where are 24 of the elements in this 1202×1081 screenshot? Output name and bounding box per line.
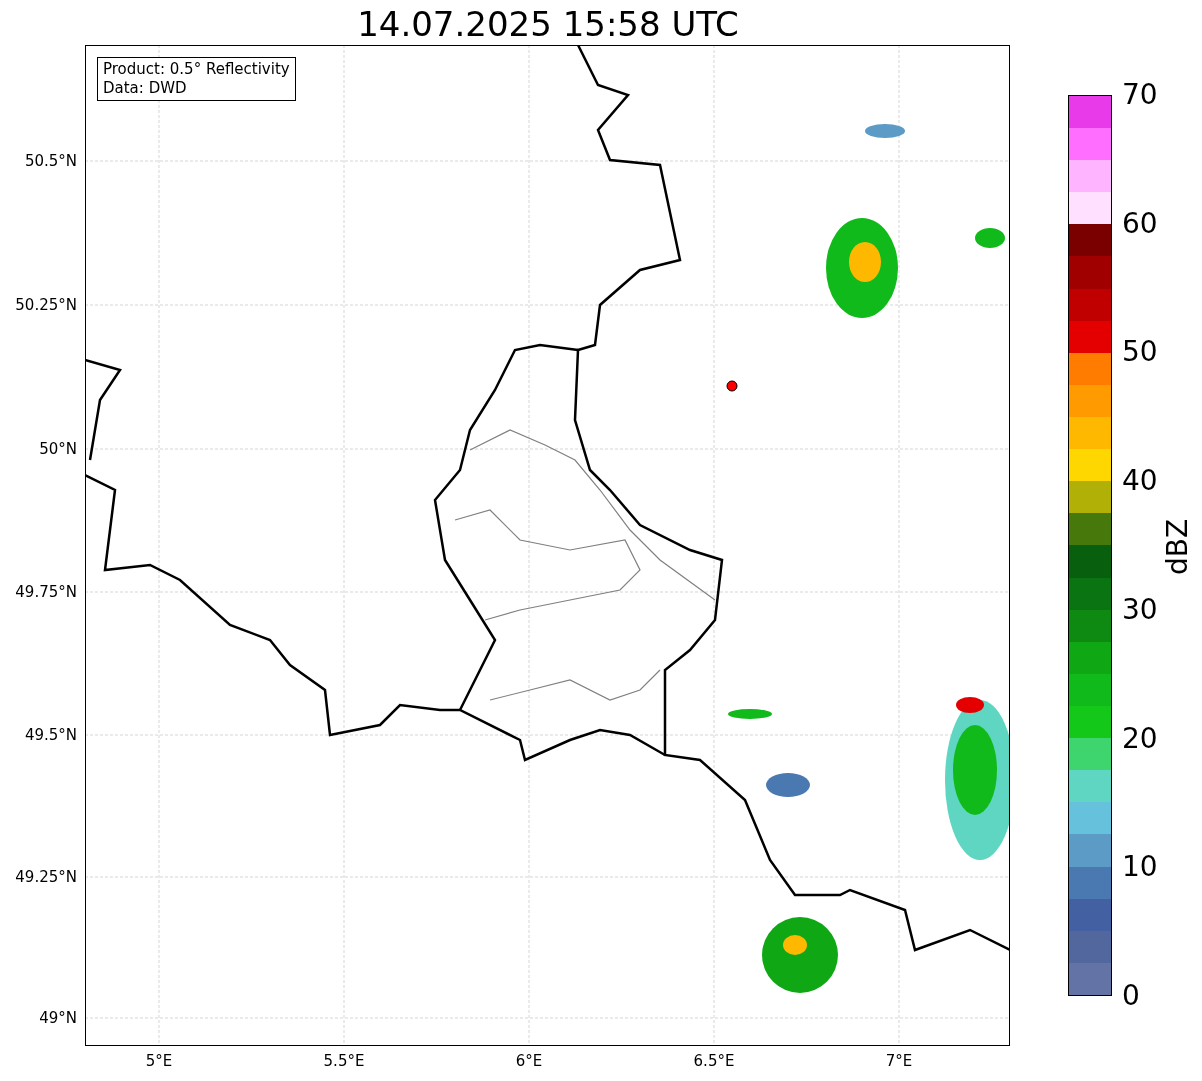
latitude-label: 49.5°N (24, 726, 77, 744)
colorbar-tick-label: 30 (1122, 594, 1158, 625)
chart-title: 14.07.2025 15:58 UTC (357, 4, 739, 44)
longitude-label: 5.5°E (323, 1052, 365, 1070)
longitude-label: 7°E (885, 1052, 913, 1070)
latitude-label: 49°N (39, 1009, 77, 1027)
colorbar-tick-label: 50 (1122, 337, 1158, 368)
info-text: Product: 0.5° Reflectivity (103, 60, 290, 79)
colorbar-tick-label: 0 (1122, 981, 1140, 1011)
latitude-label: 50°N (39, 440, 77, 458)
colorbar-tick-label: 20 (1122, 723, 1158, 754)
colorbar-tick-label: 70 (1122, 80, 1158, 110)
latitude-label: 49.75°N (15, 583, 77, 601)
longitude-label: 5°E (145, 1052, 173, 1070)
latitude-label: 50.25°N (15, 296, 77, 314)
longitude-label: 6°E (515, 1052, 543, 1070)
latitude-label: 49.25°N (15, 868, 77, 886)
colorbar-tick-label: 40 (1122, 466, 1158, 497)
colorbar-label: dBZ (1163, 518, 1194, 576)
longitude-label: 6.5°E (693, 1052, 735, 1070)
colorbar-tick-label: 60 (1122, 208, 1158, 239)
info-text: Data: DWD (103, 79, 188, 98)
colorbar-tick-label: 10 (1122, 852, 1158, 883)
latitude-label: 50.5°N (24, 152, 77, 170)
